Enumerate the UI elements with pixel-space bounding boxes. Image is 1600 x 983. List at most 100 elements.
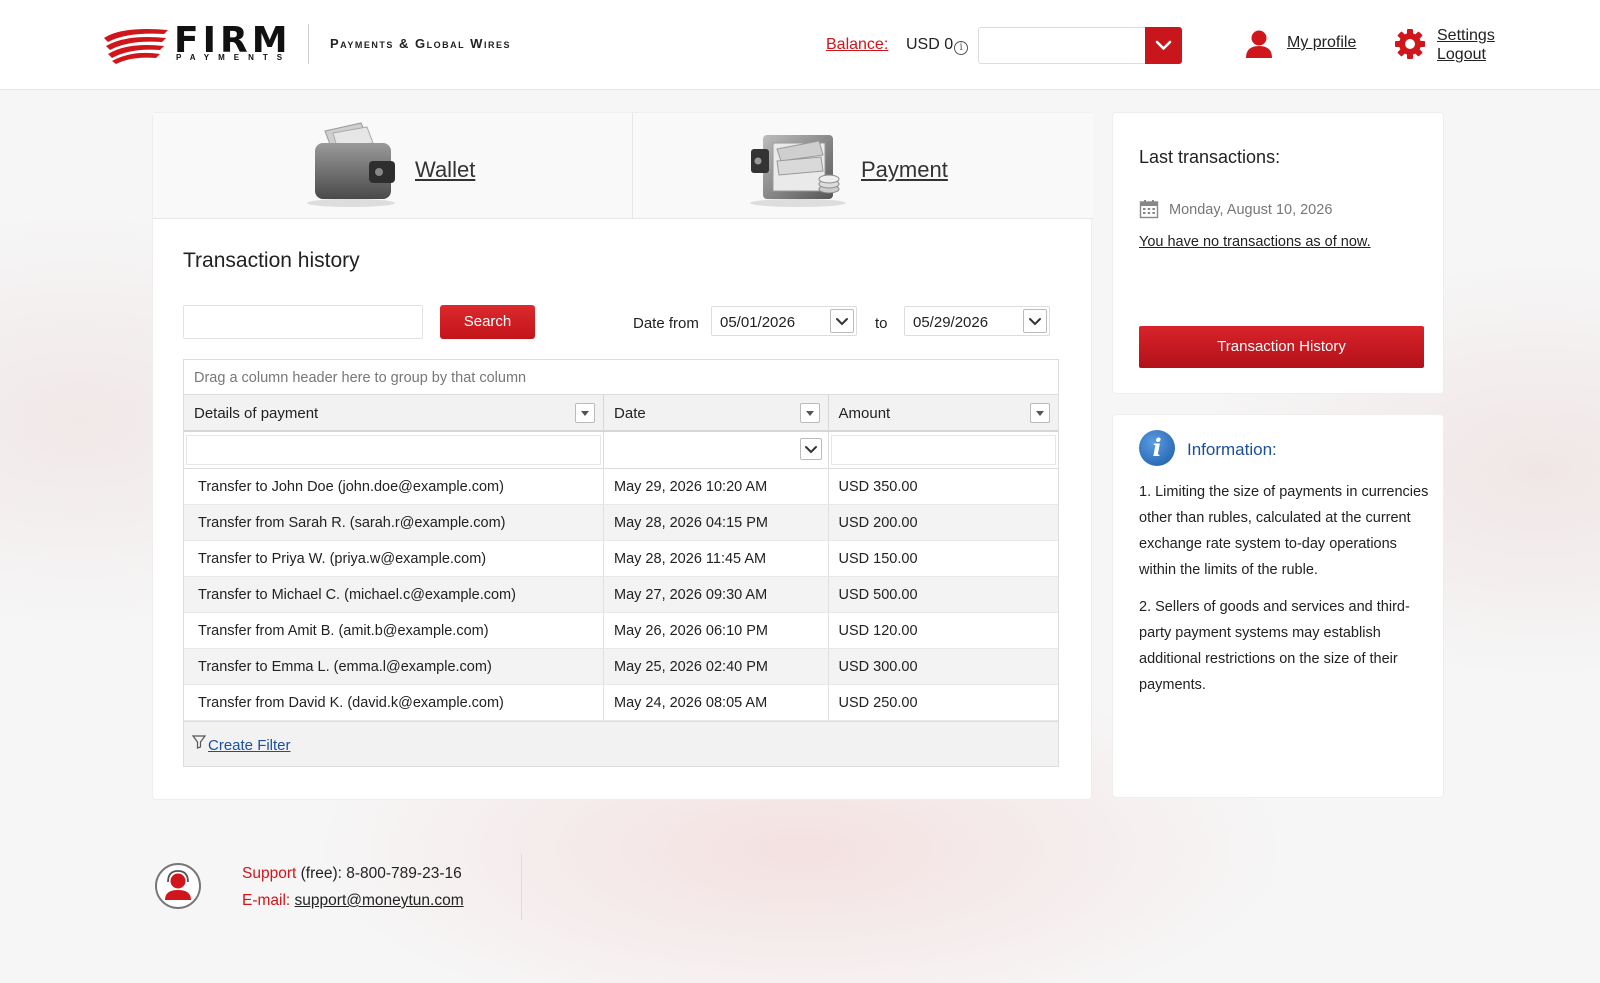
balance-value: USD 0 [906, 36, 954, 53]
column-header-label: Date [614, 405, 646, 422]
dropdown-button[interactable] [1145, 27, 1182, 64]
footer-divider [521, 854, 522, 920]
date-cell: May 28, 2026 04:15 PM [604, 505, 829, 540]
email-label: E-mail: [242, 892, 295, 909]
chevron-down-icon [1029, 318, 1041, 326]
logo-divider [308, 24, 309, 64]
support-phone-text: (free): 8-800-789-23-16 [296, 865, 462, 882]
details-cell: Transfer to Emma L. (emma.l@example.com) [184, 649, 605, 684]
create-filter-link[interactable]: Create Filter [208, 737, 291, 754]
last-transactions-title: Last transactions: [1139, 147, 1281, 167]
last-transactions-panel: Last transactions: Monday, August 10, 20… [1112, 112, 1444, 394]
column-header-details[interactable]: Details of payment [184, 395, 605, 430]
page-title: Transaction history [183, 249, 360, 272]
chevron-down-icon [804, 446, 817, 454]
amount-cell: USD 120.00 [838, 623, 918, 639]
information-paragraph-2: 2. Sellers of goods and services and thi… [1139, 599, 1410, 693]
date-filter-dropdown-button[interactable] [799, 438, 822, 460]
column-filter-button[interactable] [799, 403, 820, 423]
date-to-label: to [875, 315, 888, 332]
support-label: Support [242, 865, 297, 882]
calendar-icon [1139, 200, 1159, 219]
settings-link[interactable]: Settings [1437, 27, 1495, 45]
amount-cell: USD 250.00 [838, 695, 918, 711]
logout-link[interactable]: Logout [1437, 46, 1486, 64]
logo-subtitle: PAYMENTS [176, 53, 292, 62]
table-row[interactable]: Transfer to Michael C. (michael.c@exampl… [184, 577, 1058, 613]
details-filter-cell[interactable] [184, 432, 605, 468]
user-icon[interactable] [1244, 28, 1274, 62]
date-cell: May 26, 2026 06:10 PM [604, 613, 829, 648]
column-header-date[interactable]: Date [604, 395, 829, 430]
table-row[interactable]: Transfer from David K. (david.k@example.… [184, 685, 1058, 721]
chevron-down-icon [1155, 40, 1172, 50]
details-cell: Transfer from Amit B. (amit.b@example.co… [184, 613, 605, 648]
date-cell: May 25, 2026 02:40 PM [604, 649, 829, 684]
amount-filter-cell[interactable] [829, 432, 1058, 468]
amount-cell: USD 150.00 [838, 551, 918, 567]
no-transactions-link[interactable]: You have no transactions as of now. [1139, 234, 1371, 250]
table-row[interactable]: Transfer to Priya W. (priya.w@example.co… [184, 541, 1058, 577]
top-header: FIRM PAYMENTS Payments & Global Wires Ba… [0, 0, 1600, 90]
amount-cell: USD 200.00 [838, 515, 918, 531]
info-icon: i [1139, 430, 1175, 466]
filter-row [184, 432, 1058, 469]
column-filter-button[interactable] [1030, 403, 1050, 423]
support-email-link[interactable]: support@moneytun.com [295, 892, 464, 909]
tab-payment-label[interactable]: Payment [861, 157, 948, 183]
grid-header: Details of payment Date Amount [184, 395, 1058, 432]
firm-logo[interactable]: FIRM PAYMENTS [102, 23, 292, 64]
date-to-picker[interactable]: 05/29/2026 [904, 306, 1050, 336]
date-from-value: 05/01/2026 [720, 314, 796, 331]
search-button[interactable]: Search [440, 305, 535, 339]
table-row[interactable]: Transfer from Amit B. (amit.b@example.co… [184, 613, 1058, 649]
date-to-dropdown-button[interactable] [1023, 309, 1047, 333]
nav-tabs: Wallet Payment [153, 113, 1093, 219]
tab-payment[interactable]: Payment [743, 121, 983, 211]
transactions-grid: Drag a column header here to group by th… [183, 359, 1059, 767]
date-from-dropdown-button[interactable] [830, 309, 854, 333]
date-from-picker[interactable]: 05/01/2026 [711, 306, 857, 336]
details-cell: Transfer from Sarah R. (sarah.r@example.… [184, 505, 605, 540]
table-row[interactable]: Transfer to John Doe (john.doe@example.c… [184, 469, 1058, 505]
currency-select[interactable] [978, 27, 1182, 64]
tab-wallet-label[interactable]: Wallet [415, 157, 475, 183]
date-cell: May 28, 2026 11:45 AM [604, 541, 829, 576]
information-panel: i Information: 1. Limiting the size of p… [1112, 414, 1444, 798]
date-cell: May 29, 2026 10:20 AM [604, 469, 829, 504]
wallet-icon [307, 122, 395, 207]
details-cell: Transfer to John Doe (john.doe@example.c… [184, 469, 605, 504]
my-profile-link[interactable]: My profile [1287, 34, 1356, 52]
tab-wallet[interactable]: Wallet [303, 121, 523, 211]
transaction-history-button[interactable]: Transaction History [1139, 326, 1424, 368]
details-cell: Transfer to Priya W. (priya.w@example.co… [184, 541, 605, 576]
information-title: Information: [1187, 440, 1277, 459]
table-row[interactable]: Transfer to Emma L. (emma.l@example.com)… [184, 649, 1058, 685]
information-paragraph-1: 1. Limiting the size of payments in curr… [1139, 484, 1429, 578]
main-panel: Wallet Payment Transaction history Searc… [152, 112, 1093, 800]
amount-cell: USD 350.00 [838, 479, 918, 495]
column-filter-button[interactable] [575, 403, 596, 423]
amount-cell: USD 500.00 [838, 587, 918, 603]
support-agent-icon [155, 863, 201, 909]
safe-icon [750, 135, 846, 207]
last-transactions-date: Monday, August 10, 2026 [1169, 202, 1333, 218]
info-circle-icon[interactable]: i [954, 41, 969, 55]
gear-icon[interactable] [1394, 28, 1426, 60]
date-filter-cell[interactable] [604, 432, 829, 468]
filter-funnel-icon [192, 735, 206, 749]
table-row[interactable]: Transfer from Sarah R. (sarah.r@example.… [184, 505, 1058, 541]
flag-stripes-icon [104, 29, 168, 64]
date-from-label: Date from [633, 315, 699, 332]
column-header-amount[interactable]: Amount [829, 395, 1058, 430]
balance-display: USD 0i [906, 36, 969, 55]
chevron-down-icon [836, 318, 848, 326]
grid-footer: Create Filter [184, 721, 1058, 766]
amount-cell: USD 300.00 [838, 659, 918, 675]
support-email: E-mail: support@moneytun.com [242, 892, 464, 910]
balance-link[interactable]: Balance: [826, 36, 888, 54]
search-input[interactable] [183, 305, 423, 339]
tab-divider [632, 113, 633, 219]
details-cell: Transfer to Michael C. (michael.c@exampl… [184, 577, 605, 612]
group-by-panel[interactable]: Drag a column header here to group by th… [184, 360, 1058, 395]
